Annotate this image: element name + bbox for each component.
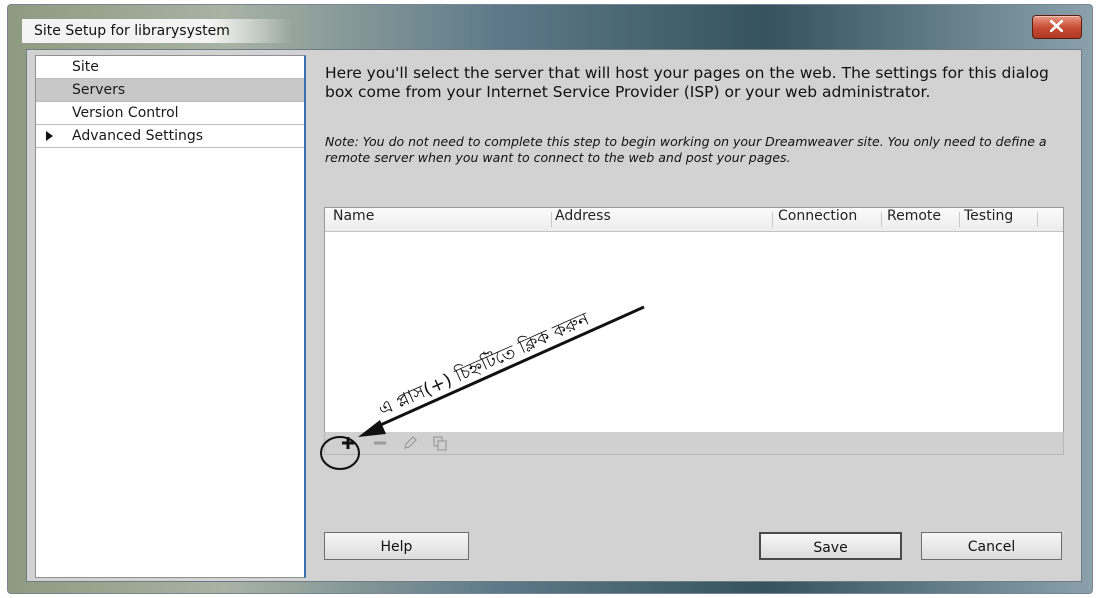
column-divider — [1037, 212, 1038, 227]
column-divider — [772, 212, 773, 227]
note-text: Note: You do not need to complete this s… — [325, 134, 1047, 165]
title-bar: Site Setup for librarysystem — [8, 5, 1092, 49]
help-button[interactable]: Help — [324, 532, 469, 560]
dialog-body: Site Servers Version Control Advanced Se… — [26, 49, 1082, 582]
sidebar-item-label: Site — [72, 59, 99, 75]
save-button[interactable]: Save — [759, 532, 902, 560]
sidebar-item-advanced-settings[interactable]: Advanced Settings — [36, 125, 304, 148]
category-sidebar: Site Servers Version Control Advanced Se… — [35, 55, 306, 578]
servers-panel: Here you'll select the server that will … — [307, 50, 1081, 581]
close-x-icon — [1050, 20, 1063, 32]
expand-arrow-icon[interactable] — [46, 131, 53, 141]
column-divider — [881, 212, 882, 227]
column-divider — [551, 212, 552, 227]
sidebar-item-servers[interactable]: Servers — [36, 79, 304, 102]
column-header-name[interactable]: Name — [333, 208, 374, 231]
column-divider — [959, 212, 960, 227]
close-button[interactable] — [1032, 15, 1082, 39]
column-header-connection[interactable]: Connection — [778, 208, 857, 231]
server-toolbar — [324, 432, 1064, 455]
column-header-address[interactable]: Address — [555, 208, 611, 231]
column-header-testing[interactable]: Testing — [964, 208, 1013, 231]
sidebar-item-label: Advanced Settings — [72, 128, 204, 144]
sidebar-item-site[interactable]: Site — [36, 56, 304, 79]
sidebar-item-version-control[interactable]: Version Control — [36, 102, 304, 125]
column-header-remote[interactable]: Remote — [887, 208, 941, 231]
intro-text: Here you'll select the server that will … — [325, 64, 1049, 101]
pencil-icon[interactable] — [401, 434, 419, 452]
servers-table[interactable]: Name Address Connection Remote Testing — [324, 207, 1064, 434]
sidebar-item-label: Servers — [72, 82, 126, 98]
plus-icon[interactable] — [339, 434, 357, 452]
table-header: Name Address Connection Remote Testing — [325, 208, 1063, 232]
minus-icon[interactable] — [371, 434, 389, 452]
dialog-window: Site Setup for librarysystem Site Server… — [7, 4, 1093, 594]
duplicate-icon[interactable] — [431, 434, 449, 452]
cancel-button[interactable]: Cancel — [921, 532, 1062, 560]
sidebar-item-label: Version Control — [72, 105, 179, 121]
window-title: Site Setup for librarysystem — [22, 19, 292, 43]
